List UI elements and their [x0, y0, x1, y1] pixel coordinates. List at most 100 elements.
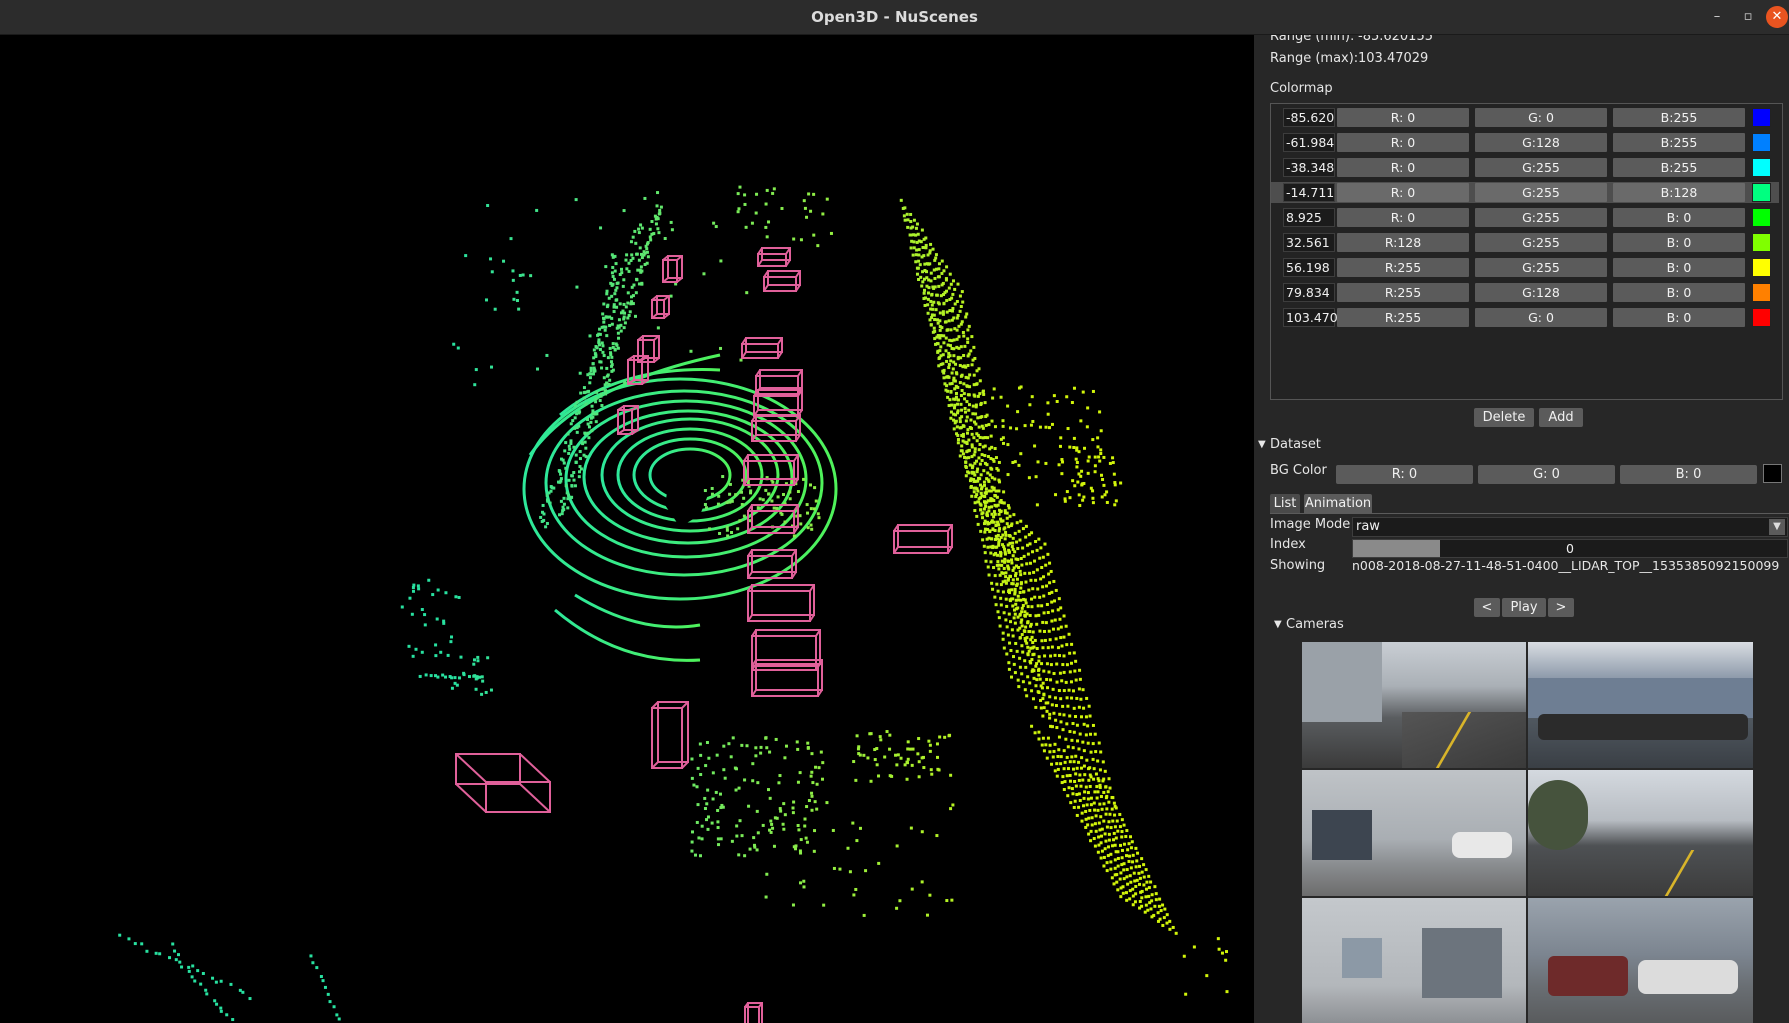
- colormap-g[interactable]: G:255: [1475, 233, 1607, 252]
- colormap-b[interactable]: B:255: [1613, 108, 1745, 127]
- tab-list[interactable]: List: [1270, 494, 1300, 513]
- colormap-b[interactable]: B:255: [1613, 133, 1745, 152]
- close-button[interactable]: ✕: [1766, 6, 1788, 28]
- colormap-value-input[interactable]: -61.984: [1283, 133, 1335, 152]
- colormap-row[interactable]: 32.561 R:128 G:255 B: 0: [1283, 232, 1779, 253]
- tab-animation[interactable]: Animation: [1304, 494, 1372, 513]
- colormap-swatch[interactable]: [1752, 233, 1771, 252]
- colormap-row[interactable]: 8.925 R: 0 G:255 B: 0: [1283, 207, 1779, 228]
- colormap-row[interactable]: 56.198 R:255 G:255 B: 0: [1283, 257, 1779, 278]
- showing-label: Showing: [1270, 558, 1326, 573]
- bg-color-b[interactable]: B: 0: [1620, 465, 1757, 484]
- colormap-g[interactable]: G: 0: [1475, 308, 1607, 327]
- colormap-r[interactable]: R:128: [1337, 233, 1469, 252]
- colormap-swatch[interactable]: [1752, 258, 1771, 277]
- image-mode-label: Image Mode: [1270, 517, 1351, 532]
- index-label: Index: [1270, 537, 1306, 552]
- colormap-r[interactable]: R: 0: [1337, 133, 1469, 152]
- colormap-swatch[interactable]: [1752, 283, 1771, 302]
- colormap-g[interactable]: G:255: [1475, 258, 1607, 277]
- colormap-r[interactable]: R: 0: [1337, 108, 1469, 127]
- image-mode-value: raw: [1356, 519, 1380, 534]
- bg-color-r[interactable]: R: 0: [1336, 465, 1473, 484]
- camera-back: [1528, 770, 1753, 896]
- colormap-r[interactable]: R: 0: [1337, 208, 1469, 227]
- settings-panel: Range (min): -85.620155 Range (max): 103…: [1254, 35, 1789, 1023]
- cameras-header[interactable]: Cameras: [1286, 617, 1344, 632]
- bounding-boxes: [455, 247, 953, 1023]
- tab-divider: [1270, 513, 1789, 514]
- bg-color-swatch[interactable]: [1763, 464, 1782, 483]
- bg-color-g[interactable]: G: 0: [1478, 465, 1615, 484]
- colormap-b[interactable]: B: 0: [1613, 283, 1745, 302]
- dataset-header[interactable]: Dataset: [1270, 437, 1321, 452]
- colormap-swatch[interactable]: [1752, 183, 1771, 202]
- colormap-r[interactable]: R: 0: [1337, 183, 1469, 202]
- colormap-value-input[interactable]: 56.198: [1283, 258, 1335, 277]
- colormap-value-input[interactable]: 32.561: [1283, 233, 1335, 252]
- showing-value: n008-2018-08-27-11-48-51-0400__LIDAR_TOP…: [1352, 558, 1780, 573]
- chevron-down-icon: ▼: [1769, 519, 1785, 535]
- colormap-g[interactable]: G:255: [1475, 208, 1607, 227]
- colormap-g[interactable]: G:255: [1475, 183, 1607, 202]
- colormap-g[interactable]: G: 0: [1475, 108, 1607, 127]
- lidar-points: [118, 185, 1229, 1022]
- colormap-r[interactable]: R:255: [1337, 283, 1469, 302]
- dataset-collapse-icon[interactable]: ▼: [1258, 439, 1266, 450]
- colormap-b[interactable]: B: 0: [1613, 233, 1745, 252]
- colormap-value-input[interactable]: 79.834: [1283, 283, 1335, 302]
- range-max-value: 103.47029: [1358, 51, 1429, 66]
- play-button[interactable]: Play: [1502, 598, 1546, 617]
- window-title: Open3D - NuScenes: [811, 8, 978, 26]
- colormap-g[interactable]: G:128: [1475, 133, 1607, 152]
- colormap-row[interactable]: -14.711 R: 0 G:255 B:128: [1271, 182, 1779, 203]
- colormap-swatch[interactable]: [1752, 133, 1771, 152]
- colormap-swatch[interactable]: [1752, 208, 1771, 227]
- maximize-button[interactable]: ▫: [1735, 0, 1761, 34]
- title-bar: Open3D - NuScenes – ▫ ✕: [0, 0, 1789, 35]
- ego-vehicle-shadow: [665, 467, 712, 527]
- colormap-g[interactable]: G:255: [1475, 158, 1607, 177]
- colormap-b[interactable]: B: 0: [1613, 258, 1745, 277]
- cameras-collapse-icon[interactable]: ▼: [1274, 619, 1282, 630]
- range-max-label: Range (max):: [1270, 51, 1359, 66]
- index-value: 0: [1566, 541, 1574, 556]
- colormap-row[interactable]: -61.984 R: 0 G:128 B:255: [1283, 132, 1779, 153]
- colormap-value-input[interactable]: -14.711: [1283, 183, 1335, 202]
- image-mode-select[interactable]: raw ▼: [1352, 517, 1788, 537]
- colormap-r[interactable]: R:255: [1337, 308, 1469, 327]
- add-button[interactable]: Add: [1539, 408, 1583, 427]
- next-frame-button[interactable]: >: [1548, 598, 1574, 617]
- colormap-row[interactable]: -38.348 R: 0 G:255 B:255: [1283, 157, 1779, 178]
- point-cloud-viewport[interactable]: [0, 35, 1254, 1023]
- colormap-value-input[interactable]: -38.348: [1283, 158, 1335, 177]
- colormap-b[interactable]: B: 0: [1613, 308, 1745, 327]
- camera-side-right: [1302, 898, 1526, 1023]
- colormap-value-input[interactable]: -85.620: [1283, 108, 1335, 127]
- bg-color-label: BG Color: [1270, 463, 1327, 478]
- range-min-value: -85.620155: [1358, 35, 1433, 44]
- colormap-swatch[interactable]: [1752, 308, 1771, 327]
- colormap-value-input[interactable]: 103.470: [1283, 308, 1338, 327]
- camera-front-right: [1528, 642, 1753, 768]
- colormap-swatch[interactable]: [1752, 108, 1771, 127]
- range-min-label: Range (min):: [1270, 35, 1355, 44]
- prev-frame-button[interactable]: <: [1474, 598, 1500, 617]
- colormap-g[interactable]: G:128: [1475, 283, 1607, 302]
- lidar-point-cloud: [118, 185, 1229, 1023]
- colormap-row[interactable]: -85.620 R: 0 G: 0 B:255: [1283, 107, 1779, 128]
- minimize-button[interactable]: –: [1704, 0, 1730, 34]
- colormap-b[interactable]: B:255: [1613, 158, 1745, 177]
- colormap-r[interactable]: R:255: [1337, 258, 1469, 277]
- colormap-row[interactable]: 79.834 R:255 G:128 B: 0: [1283, 282, 1779, 303]
- delete-button[interactable]: Delete: [1474, 408, 1534, 427]
- index-slider[interactable]: 0: [1352, 539, 1788, 558]
- camera-front-left: [1302, 642, 1526, 768]
- colormap-table[interactable]: -85.620 R: 0 G: 0 B:255 -61.984 R: 0 G:128 B:25…: [1270, 103, 1783, 400]
- colormap-row[interactable]: 103.470 R:255 G: 0 B: 0: [1283, 307, 1779, 328]
- colormap-r[interactable]: R: 0: [1337, 158, 1469, 177]
- colormap-b[interactable]: B:128: [1613, 183, 1745, 202]
- colormap-value-input[interactable]: 8.925: [1283, 208, 1335, 227]
- colormap-swatch[interactable]: [1752, 158, 1771, 177]
- colormap-b[interactable]: B: 0: [1613, 208, 1745, 227]
